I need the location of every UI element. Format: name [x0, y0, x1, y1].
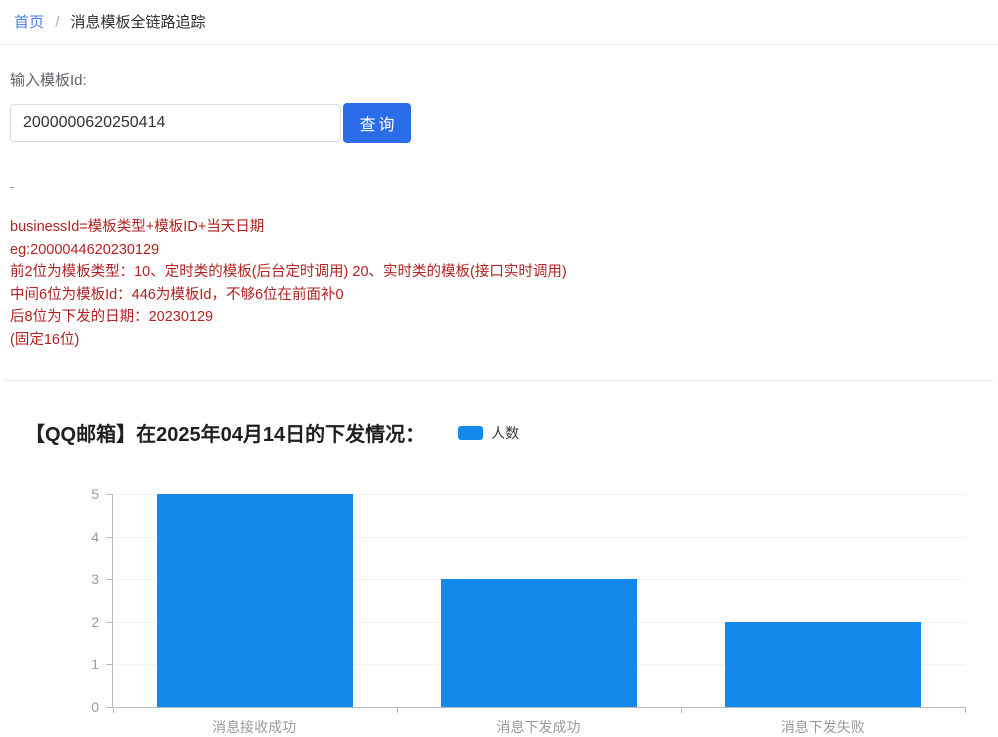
breadcrumb-separator: /: [55, 14, 59, 31]
note-line: 前2位为模板类型：10、定时类的模板(后台定时调用) 20、实时类的模板(接口实…: [10, 261, 988, 284]
y-axis-tick-label: 2: [91, 614, 99, 630]
note-line: (固定16位): [10, 329, 988, 352]
bars-container: [113, 494, 965, 707]
y-axis-tick-label: 1: [91, 656, 99, 672]
x-axis-labels: 消息接收成功消息下发成功消息下发失败: [112, 708, 965, 737]
section-divider: [5, 380, 993, 381]
placeholder-dash: -: [10, 180, 988, 193]
y-axis-tick-label: 3: [91, 571, 99, 587]
query-section: 输入模板Id: 查询 - businessId=模板类型+模板ID+当天日期 e…: [0, 69, 998, 351]
y-axis-tick: [106, 494, 113, 495]
breadcrumb-current: 消息模板全链路追踪: [71, 14, 206, 31]
businessid-note: businessId=模板类型+模板ID+当天日期 eg:20000446202…: [10, 216, 988, 351]
note-line: businessId=模板类型+模板ID+当天日期: [10, 216, 988, 239]
x-axis-tick: [965, 707, 966, 713]
x-axis-tick: [397, 707, 398, 713]
y-axis-tick: [106, 579, 113, 580]
x-axis-tick: [681, 707, 682, 713]
bar-0[interactable]: [157, 494, 353, 707]
breadcrumb-home-link[interactable]: 首页: [14, 14, 44, 31]
note-line: 中间6位为模板Id：446为模板Id，不够6位在前面补0: [10, 284, 988, 307]
y-axis-tick: [106, 622, 113, 623]
note-line: 后8位为下发的日期：20230129: [10, 306, 988, 329]
x-axis-category-label: 消息下发成功: [396, 708, 680, 737]
chart-section: 【QQ邮箱】在2025年04月14日的下发情况： 人数 012345 消息接收成…: [0, 418, 998, 737]
y-axis-tick: [106, 664, 113, 665]
bar-1[interactable]: [441, 579, 637, 707]
y-axis-tick: [106, 707, 113, 708]
legend-label: 人数: [491, 423, 519, 443]
bar-slot: [113, 494, 397, 707]
query-row: 查询: [10, 103, 988, 143]
note-line: eg:2000044620230129: [10, 239, 988, 262]
legend-swatch-icon: [458, 426, 483, 440]
x-axis-tick: [113, 707, 114, 713]
y-axis-tick-label: 4: [91, 529, 99, 545]
chart-header: 【QQ邮箱】在2025年04月14日的下发情况： 人数: [25, 418, 965, 447]
bar-slot: [397, 494, 681, 707]
x-axis-category-label: 消息接收成功: [112, 708, 396, 737]
chart-title: 【QQ邮箱】在2025年04月14日的下发情况：: [25, 418, 425, 447]
y-axis-tick-label: 0: [91, 699, 99, 715]
bar-2[interactable]: [725, 622, 921, 707]
y-axis-tick-label: 5: [91, 486, 99, 502]
template-id-label: 输入模板Id:: [10, 69, 988, 90]
y-axis-tick: [106, 537, 113, 538]
breadcrumb: 首页 / 消息模板全链路追踪: [0, 0, 998, 45]
x-axis-category-label: 消息下发失败: [681, 708, 965, 737]
bar-slot: [681, 494, 965, 707]
query-button[interactable]: 查询: [343, 103, 411, 143]
template-id-input[interactable]: [10, 104, 341, 142]
legend-item[interactable]: 人数: [458, 423, 519, 443]
bar-chart: 012345 消息接收成功消息下发成功消息下发失败: [112, 494, 965, 737]
chart-plot-area: 012345: [112, 494, 965, 708]
